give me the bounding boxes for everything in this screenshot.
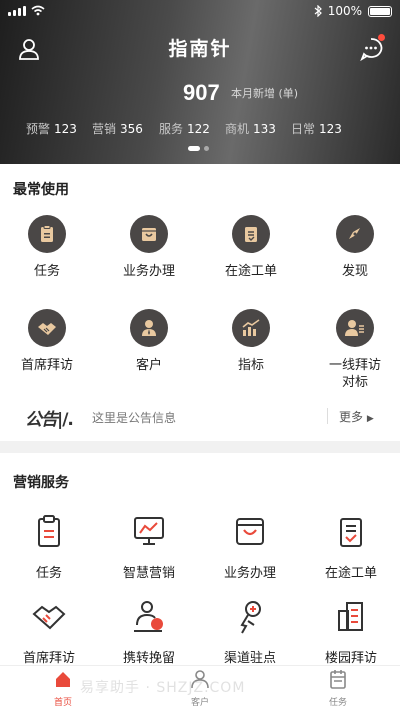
- visit-icon: [336, 309, 374, 347]
- signal-icon: [8, 5, 26, 16]
- marketing-item-business[interactable]: 业务办理: [200, 514, 300, 581]
- unread-badge: [378, 34, 385, 41]
- frequent-item-metrics[interactable]: 指标: [201, 309, 301, 374]
- task-icon: [38, 515, 60, 547]
- frequent-title: 最常使用: [13, 182, 69, 198]
- home-icon: [56, 672, 70, 687]
- bluetooth-icon: [314, 5, 322, 17]
- frequent-item-customer[interactable]: 客户: [99, 309, 199, 374]
- status-bar: 100%: [0, 0, 400, 22]
- customer-icon: [130, 309, 168, 347]
- marketing-item-smart-marketing[interactable]: 智慧营销: [99, 514, 199, 581]
- stat-opportunity[interactable]: 商机 133: [225, 120, 276, 137]
- notice-divider: [327, 408, 328, 424]
- notice-logo: 公告|/.: [25, 410, 74, 430]
- business-icon: [236, 518, 264, 545]
- workorder-icon: [340, 518, 362, 547]
- frequent-item-workorder[interactable]: 在途工单: [201, 215, 301, 280]
- retention-icon: [134, 601, 163, 632]
- battery-percent: 100%: [327, 4, 362, 18]
- workorder-icon: [232, 215, 270, 253]
- stat-warning[interactable]: 预警 123: [26, 120, 77, 137]
- frequent-item-business[interactable]: 业务办理: [99, 215, 199, 280]
- battery-icon: [368, 5, 392, 17]
- section-divider: [0, 441, 400, 453]
- monthly-count: 907: [183, 80, 220, 105]
- location-icon: [240, 601, 261, 634]
- notice-more-link[interactable]: 更多 ▶: [339, 408, 374, 425]
- marketing-item-retention[interactable]: 携转挽留: [99, 599, 199, 666]
- stat-marketing[interactable]: 营销 356: [92, 120, 143, 137]
- marketing-item-building-visit[interactable]: 楼园拜访: [301, 599, 400, 666]
- notice-text: 这里是公告信息: [92, 411, 177, 425]
- compass-icon: [336, 215, 374, 253]
- frequent-item-frontline-visit[interactable]: 一线拜访 对标: [305, 309, 400, 391]
- frequent-item-discover[interactable]: 发现: [305, 215, 400, 280]
- caret-right-icon: ▶: [366, 414, 374, 424]
- marketing-item-workorder[interactable]: 在途工单: [301, 514, 400, 581]
- stat-daily[interactable]: 日常 123: [291, 120, 342, 137]
- marketing-item-channel[interactable]: 渠道驻点: [200, 599, 300, 666]
- handshake-icon: [28, 309, 66, 347]
- wifi-icon: [31, 5, 45, 16]
- business-icon: [130, 215, 168, 253]
- frequent-item-task[interactable]: 任务: [0, 215, 97, 280]
- header: 100% 指南针 907 本月新增 (单) 预警 123 营销 356 服务 122 …: [0, 0, 400, 164]
- marketing-item-chief-visit[interactable]: 首席拜访: [0, 599, 99, 666]
- smart-marketing-icon: [134, 517, 164, 545]
- notice-bar[interactable]: 公告|/. 这里是公告信息 更多 ▶: [0, 400, 400, 434]
- carousel-dots: [188, 146, 209, 151]
- tab-tasks[interactable]: 任务: [303, 666, 373, 708]
- calendar-icon: [330, 670, 346, 689]
- task-icon: [28, 215, 66, 253]
- building-icon: [338, 602, 363, 631]
- marketing-item-task[interactable]: 任务: [0, 514, 99, 581]
- monthly-count-label: 本月新增 (单): [231, 87, 299, 100]
- handshake-icon: [32, 605, 66, 630]
- marketing-title: 营销服务: [13, 475, 69, 491]
- app-brand: 指南针: [168, 38, 232, 60]
- chart-icon: [232, 309, 270, 347]
- watermark: 易享助手 · SHZJZ.COM: [80, 680, 246, 696]
- frequent-item-chief-visit[interactable]: 首席拜访: [0, 309, 97, 374]
- stat-service[interactable]: 服务 122: [159, 120, 210, 137]
